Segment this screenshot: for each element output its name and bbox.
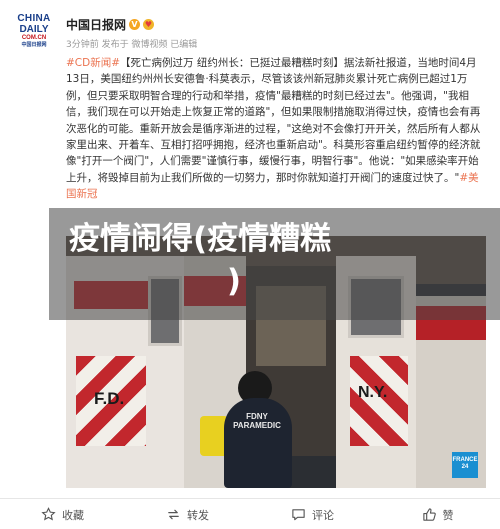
verified-icon: V xyxy=(129,19,141,30)
fd-label: F.D. xyxy=(94,389,125,408)
banner-title-line-2: ) xyxy=(226,263,242,299)
logo-line-3: COM.CN xyxy=(21,35,47,41)
title-banner: 疫情闹得(疫情糟糕 ) xyxy=(49,208,500,320)
paramedic-label-1: FDNY xyxy=(246,412,268,421)
favorite-button[interactable]: 收藏 xyxy=(0,500,125,529)
banner-title-line-1: 疫情闹得(疫情糟糕 xyxy=(69,221,332,257)
repost-button[interactable]: 转发 xyxy=(125,500,250,529)
favorite-label: 收藏 xyxy=(62,508,84,522)
author-name[interactable]: 中国日报网 xyxy=(66,16,126,33)
heart-badge-icon: ♥ xyxy=(143,19,155,30)
post-body: 【死亡病例过万 纽约州长：已挺过最糟糕时刻】据法新社报道，当地时间4月13日，美… xyxy=(66,57,481,184)
repost-icon xyxy=(168,509,179,520)
france24-line-1: FRANCE xyxy=(452,457,478,463)
france24-logo: FRANCE 24 xyxy=(452,452,478,478)
comment-label: 评论 xyxy=(312,508,334,522)
post-meta: 3分钟前 发布于 微博视频 已编辑 xyxy=(66,40,198,50)
logo-line-1: CHINA xyxy=(17,13,51,24)
action-divider xyxy=(0,498,500,499)
action-bar: 收藏 转发 评论 赞 xyxy=(0,500,500,529)
china-daily-logo[interactable]: CHINA DAILY COM.CN 中国日报网 xyxy=(13,13,55,55)
france24-line-2: 24 xyxy=(461,464,469,470)
like-icon xyxy=(422,508,436,521)
like-button[interactable]: 赞 xyxy=(375,500,500,529)
ny-label: N.Y. xyxy=(358,384,388,401)
like-label: 赞 xyxy=(442,508,454,522)
star-icon xyxy=(41,507,56,521)
post-header: CHINA DAILY COM.CN 中国日报网 中国日报网 V ♥ 3分钟前 … xyxy=(0,0,500,58)
hashtag-cd-news[interactable]: #CD新闻# xyxy=(66,57,120,69)
paramedic-label: FDNY PARAMEDIC xyxy=(230,412,284,430)
paramedic-label-2: PARAMEDIC xyxy=(233,421,281,430)
banner-title: 疫情闹得(疫情糟糕 ) xyxy=(69,218,399,302)
logo-line-4: 中国日报网 xyxy=(21,42,47,48)
repost-label: 转发 xyxy=(187,508,209,522)
comment-icon xyxy=(292,509,305,521)
author-row: 中国日报网 V ♥ xyxy=(66,16,155,33)
comment-button[interactable]: 评论 xyxy=(250,500,375,529)
logo-line-2: DAILY xyxy=(19,24,49,35)
